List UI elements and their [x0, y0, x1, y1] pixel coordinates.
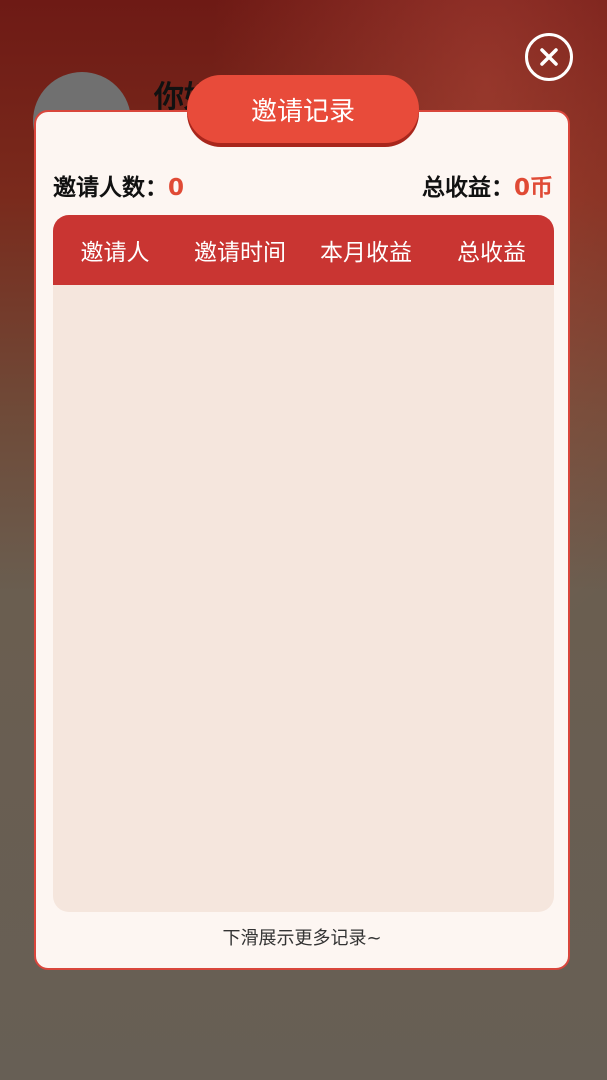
close-icon — [539, 47, 559, 67]
header-inviter: 邀请人 — [80, 240, 150, 266]
invite-count: 邀请人数：0 — [53, 168, 184, 202]
records-table[interactable]: 邀请人 邀请时间 本月收益 总收益 — [53, 215, 554, 912]
invite-count-label: 邀请人数： — [53, 175, 168, 201]
scroll-more-hint: 下滑展示更多记录~ — [222, 928, 382, 949]
header-invite-time: 邀请时间 — [194, 240, 286, 266]
header-total-income: 总收益 — [457, 240, 526, 266]
total-income: 总收益：0币 — [422, 168, 553, 202]
total-income-value: 0币 — [513, 175, 553, 201]
total-income-label: 总收益： — [421, 175, 514, 201]
invite-count-value: 0 — [168, 175, 185, 201]
header-month-income: 本月收益 — [320, 240, 412, 266]
close-button[interactable] — [525, 33, 573, 81]
stats-bar: 邀请人数：0 总收益：0币 — [53, 168, 553, 204]
table-header: 邀请人 邀请时间 本月收益 总收益 — [53, 215, 554, 285]
modal-title: 邀请记录 — [187, 75, 419, 143]
